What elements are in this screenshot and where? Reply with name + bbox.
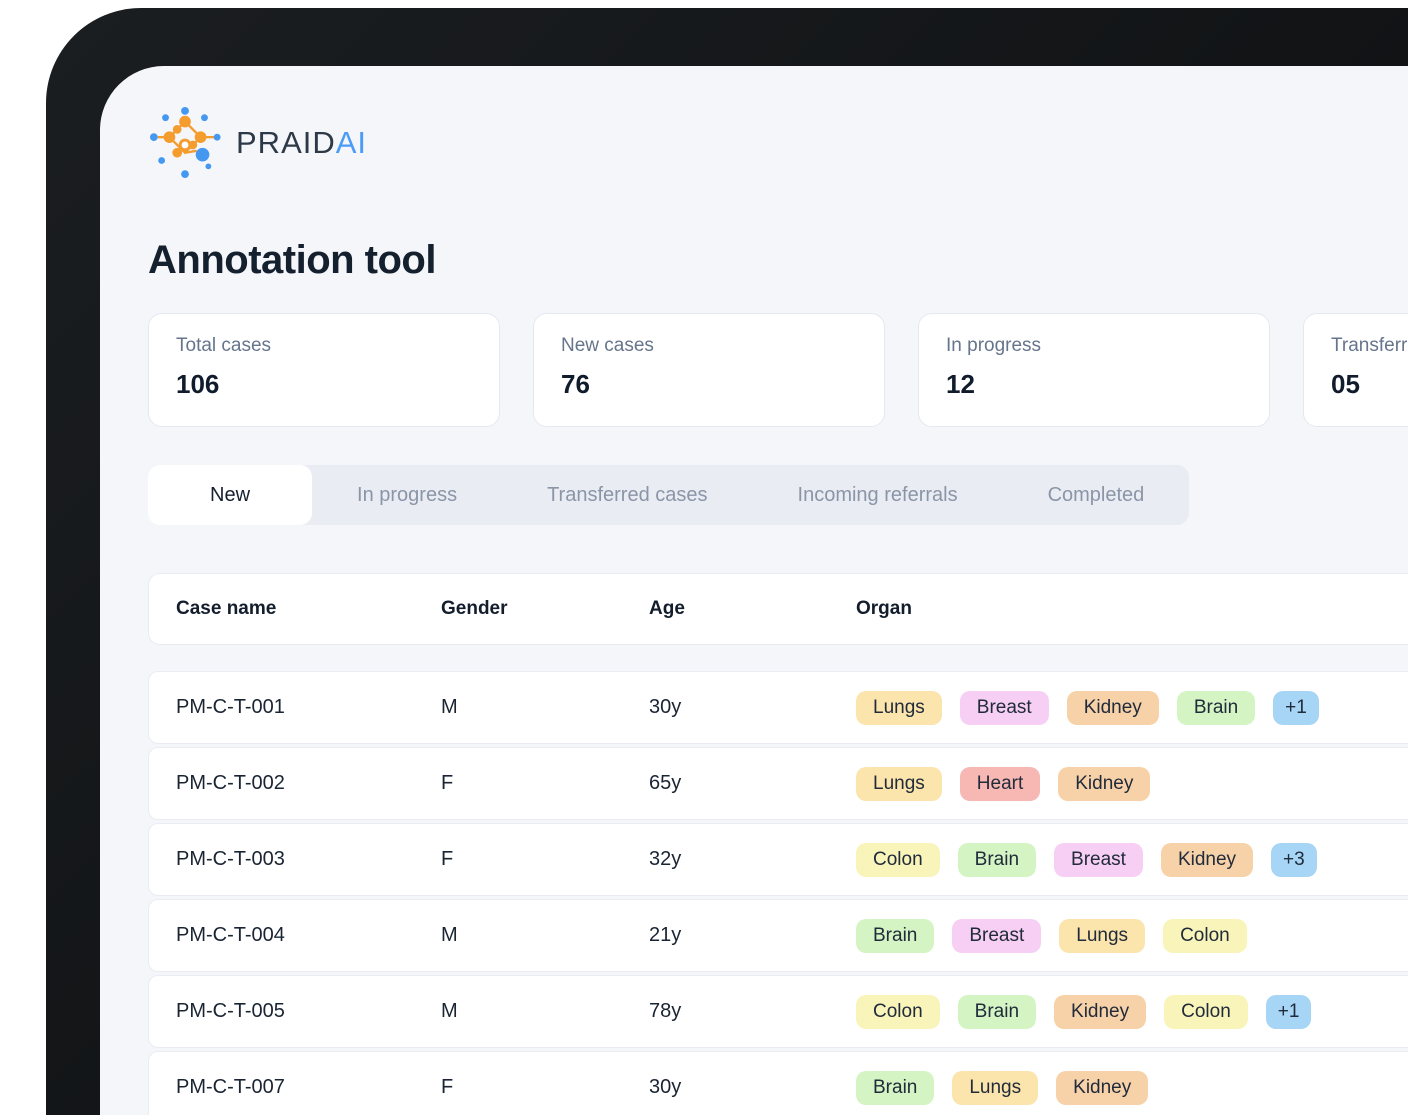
organ-tag: Lungs [856, 767, 942, 801]
organ-tags: Brain Breast Lungs Colon [856, 919, 1247, 953]
organ-tags: Colon Brain Kidney Colon +1 [856, 995, 1311, 1029]
organ-tag: Colon [856, 995, 940, 1029]
case-name: PM-C-T-004 [176, 924, 441, 947]
organ-tag: Breast [960, 691, 1049, 725]
stat-card-transferred: Transferred 05 [1303, 313, 1408, 427]
table-row[interactable]: PM-C-T-002 F 65y Lungs Heart Kidney [148, 747, 1408, 820]
organ-tag: Brain [958, 843, 1036, 877]
stat-value: 05 [1331, 369, 1408, 400]
gender-value: F [441, 1076, 649, 1099]
organ-tag: Brain [856, 919, 934, 953]
age-value: 65y [649, 772, 856, 795]
organ-tag: Kidney [1161, 843, 1253, 877]
organ-tag: Heart [960, 767, 1040, 801]
organ-tag: Kidney [1056, 1071, 1148, 1105]
organ-tag: Kidney [1054, 995, 1146, 1029]
brand-logo: PRAIDAI [148, 106, 1408, 180]
stat-label: New cases [561, 335, 857, 357]
stat-card-total-cases: Total cases 106 [148, 313, 500, 427]
case-name: PM-C-T-001 [176, 696, 441, 719]
case-filter-tabs: New In progress Transferred cases Incomi… [148, 465, 1189, 525]
table-row[interactable]: PM-C-T-007 F 30y Brain Lungs Kidney [148, 1051, 1408, 1115]
stat-value: 106 [176, 369, 472, 400]
age-value: 21y [649, 924, 856, 947]
table-row[interactable]: PM-C-T-004 M 21y Brain Breast Lungs Colo… [148, 899, 1408, 972]
organ-tag: Kidney [1058, 767, 1150, 801]
age-value: 30y [649, 696, 856, 719]
stat-label: In progress [946, 335, 1242, 357]
brand-logo-icon [148, 106, 222, 180]
tab-transferred-cases[interactable]: Transferred cases [502, 465, 752, 525]
case-name: PM-C-T-003 [176, 848, 441, 871]
gender-value: M [441, 924, 649, 947]
table-header: Case name Gender Age Organ [148, 573, 1408, 645]
brand-logo-text: PRAIDAI [236, 125, 367, 161]
stat-label: Total cases [176, 335, 472, 357]
column-header-gender: Gender [441, 598, 649, 620]
tab-in-progress[interactable]: In progress [312, 465, 502, 525]
column-header-case-name: Case name [176, 598, 441, 620]
case-name: PM-C-T-002 [176, 772, 441, 795]
organ-tag: Kidney [1067, 691, 1159, 725]
tab-new[interactable]: New [148, 465, 312, 525]
more-organs-badge[interactable]: +1 [1266, 995, 1312, 1029]
gender-value: M [441, 1000, 649, 1023]
organ-tag: Colon [856, 843, 940, 877]
tab-incoming-referrals[interactable]: Incoming referrals [753, 465, 1003, 525]
stats-row: Total cases 106 New cases 76 In progress… [148, 313, 1408, 427]
gender-value: M [441, 696, 649, 719]
organ-tags: Brain Lungs Kidney [856, 1071, 1148, 1105]
more-organs-badge[interactable]: +1 [1273, 691, 1319, 725]
gender-value: F [441, 848, 649, 871]
brand-name-accent: AI [336, 125, 367, 160]
gender-value: F [441, 772, 649, 795]
organ-tag: Breast [1054, 843, 1143, 877]
more-organs-badge[interactable]: +3 [1271, 843, 1317, 877]
age-value: 32y [649, 848, 856, 871]
page-title: Annotation tool [148, 238, 1408, 283]
organ-tags: Lungs Heart Kidney [856, 767, 1150, 801]
app-window: PRAIDAI Annotation tool Total cases 106 … [100, 66, 1408, 1115]
organ-tag: Brain [958, 995, 1036, 1029]
table-row[interactable]: PM-C-T-003 F 32y Colon Brain Breast Kidn… [148, 823, 1408, 896]
tab-completed[interactable]: Completed [1003, 465, 1190, 525]
age-value: 78y [649, 1000, 856, 1023]
organ-tag: Colon [1164, 995, 1248, 1029]
organ-tag: Lungs [1059, 919, 1145, 953]
stat-value: 76 [561, 369, 857, 400]
table-row[interactable]: PM-C-T-005 M 78y Colon Brain Kidney Colo… [148, 975, 1408, 1048]
organ-tag: Colon [1163, 919, 1247, 953]
table-row[interactable]: PM-C-T-001 M 30y Lungs Breast Kidney Bra… [148, 671, 1408, 744]
stat-value: 12 [946, 369, 1242, 400]
organ-tag: Brain [1177, 691, 1255, 725]
case-name: PM-C-T-005 [176, 1000, 441, 1023]
stat-label: Transferred [1331, 335, 1408, 357]
organ-tag: Lungs [856, 691, 942, 725]
column-header-age: Age [649, 598, 856, 620]
column-header-organ: Organ [856, 598, 912, 620]
case-name: PM-C-T-007 [176, 1076, 441, 1099]
organ-tag: Breast [952, 919, 1041, 953]
organ-tags: Lungs Breast Kidney Brain +1 [856, 691, 1319, 725]
brand-name: PRAID [236, 125, 336, 160]
stat-card-new-cases: New cases 76 [533, 313, 885, 427]
age-value: 30y [649, 1076, 856, 1099]
stat-card-in-progress: In progress 12 [918, 313, 1270, 427]
organ-tag: Lungs [952, 1071, 1038, 1105]
organ-tag: Brain [856, 1071, 934, 1105]
organ-tags: Colon Brain Breast Kidney +3 [856, 843, 1317, 877]
